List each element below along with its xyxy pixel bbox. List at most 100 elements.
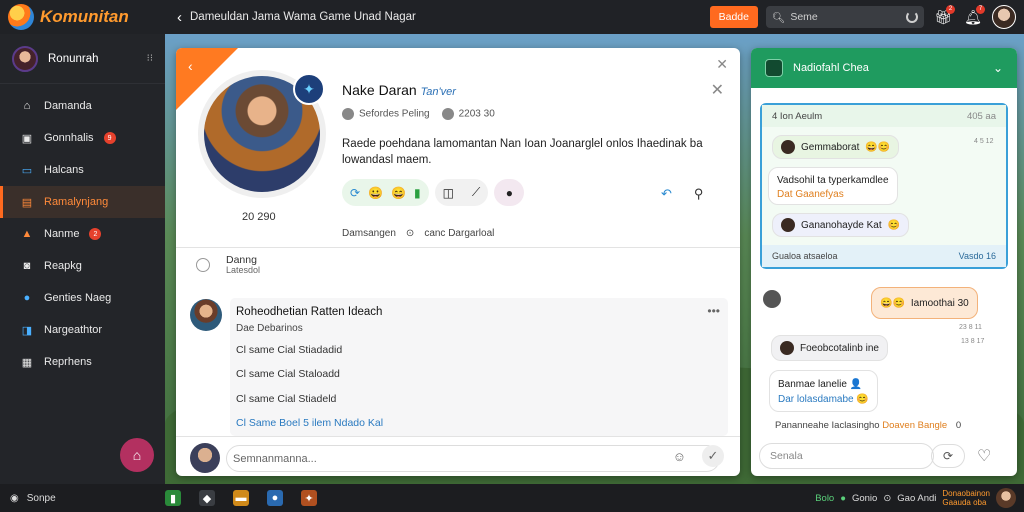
chat-footer-count: 0 — [955, 420, 962, 431]
thread-footer: Gualoa atsaeloa Vasdo 16 — [762, 245, 1006, 267]
sidebar-item-8[interactable]: ▦ Reprhens — [0, 346, 165, 378]
emoji-chip[interactable]: ● — [494, 179, 525, 206]
stats-chip[interactable]: ◫ ⟋ — [434, 179, 489, 206]
thread-header: 4 Ion Aeulm 405 aa — [762, 105, 1006, 127]
chat-header[interactable]: Nadiofahl Chea ⌄ — [751, 48, 1017, 88]
clock-icon — [441, 108, 454, 120]
emoji-icon: 😄😊 — [880, 297, 905, 309]
refresh-icon[interactable]: ⟳ — [931, 444, 965, 468]
message-bubble: Gemmaborat 😄😊 — [772, 135, 900, 159]
status-highlight-line: Gaauda oba — [942, 498, 987, 507]
sidebar-item-7[interactable]: ◨ Nargeathtor — [0, 314, 165, 346]
gift-icon[interactable]: 🎁︎ 2 — [932, 5, 955, 28]
post-link[interactable]: Cl Same Boel 5 ilem Ndado Kal — [236, 417, 383, 429]
sidebar-item-5[interactable]: ◙ Reapkg — [0, 250, 165, 282]
chevron-down-icon[interactable]: ⌄ — [993, 61, 1003, 75]
gear-icon[interactable]: ⊙ — [883, 493, 891, 504]
sidebar-item-label: Genties Naeg — [44, 292, 112, 304]
thread-footer-count: Vasdo 16 — [958, 251, 996, 261]
brand[interactable]: Komunitan — [0, 4, 165, 30]
camera-icon: ◫ — [442, 185, 454, 200]
badge: 2 — [89, 228, 102, 240]
reply-icon[interactable]: ↶ — [661, 186, 672, 202]
chat-logo — [765, 59, 783, 77]
sidebar-item-4[interactable]: ▲ Nanme 2 — [0, 218, 165, 250]
chat-footer-line: Pananneahe Iaclasingho Doaven Bangle 0 — [775, 420, 961, 431]
dismiss-icon[interactable]: ✕ — [711, 80, 724, 100]
emoji-icon: 👤 — [849, 379, 863, 390]
sidebar-item-label: Nanme — [44, 228, 80, 240]
more-icon[interactable]: ⁝⁝ — [147, 53, 153, 64]
send-icon[interactable]: ✓ — [702, 445, 724, 467]
warning-icon: ▲ — [21, 228, 33, 240]
reaction-chips: ⟳ 😀 😄 ▮ ◫ ⟋ ● — [342, 179, 525, 206]
sub-subtitle: Latesdol — [226, 265, 261, 275]
game-app-icon[interactable]: ✦ — [301, 490, 317, 506]
user-avatar[interactable] — [996, 488, 1016, 508]
check-circle-icon[interactable] — [196, 258, 210, 272]
thread-title: 4 Ion Aeulm — [772, 110, 823, 122]
sidebar-item-label: Gonnhalis — [44, 132, 94, 144]
notification-badge: 2 — [946, 5, 955, 14]
close-icon[interactable]: ✕ — [716, 56, 728, 73]
sidebar-item-1[interactable]: ▣ Gonnhalis 9 — [0, 122, 165, 154]
post-avatar[interactable] — [190, 299, 222, 331]
chat-input-placeholder: Senala — [770, 450, 803, 462]
book-app-icon[interactable]: ▮ — [165, 490, 181, 506]
chat-footer-highlight[interactable]: Doaven Bangle — [882, 420, 947, 431]
folder-app-icon[interactable]: ▬ — [233, 490, 249, 506]
new-post-button[interactable]: ⌂ — [120, 438, 154, 472]
more-options-icon[interactable]: ••• — [707, 304, 720, 318]
emoji-icon: 😄😊 — [865, 141, 891, 153]
refresh-icon: ⟳ — [350, 185, 361, 200]
app-icon[interactable]: ◉ — [10, 493, 19, 504]
sidebar-item-2[interactable]: ▭ Halcans — [0, 154, 165, 186]
bottom-bar: ◉ Sonpe ▮ ◆ ▬ ● ✦ Bolo ● Gonio ⊙ Gao And… — [0, 484, 1024, 512]
profile-description: Raede poehdana lamomantan Nan Ioan Joana… — [342, 138, 703, 166]
meta-text: Sefordes Peling — [359, 108, 430, 120]
sidebar-item-0[interactable]: ⌂ Damanda — [0, 90, 165, 122]
sidebar-user[interactable]: Ronunrah ⁝⁝ — [0, 34, 165, 84]
status-tray: Bolo ● Gonio ⊙ Gao Andi Donaobainon Gaaud… — [815, 488, 1016, 508]
heart-icon[interactable]: ♡ — [977, 446, 991, 466]
primary-action-button[interactable]: Badde — [709, 6, 758, 28]
globe-app-icon[interactable]: ● — [267, 490, 283, 506]
emoji-icon[interactable]: ☺ — [673, 449, 686, 467]
comment-input[interactable]: Semnanmanna... — [226, 445, 720, 472]
sidebar-item-label: Reprhens — [44, 356, 92, 368]
back-chevron-icon[interactable]: ‹ — [188, 58, 193, 74]
search-icon[interactable]: ⚲ — [694, 186, 704, 202]
sidebar-item-6[interactable]: ● Genties Naeg — [0, 282, 165, 314]
top-bar: Komunitan ‹ Dameuldan Jama Wama Game Una… — [0, 0, 1024, 34]
table-icon: ▦ — [21, 356, 33, 369]
emoji-icon: 😊 — [856, 394, 869, 405]
badge: 9 — [103, 132, 116, 144]
book-icon: ▮ — [413, 185, 421, 200]
home-icon: ⌂ — [23, 100, 31, 112]
controller-app-icon[interactable]: ◆ — [199, 490, 215, 506]
message-link[interactable]: Dat Gaanefyas — [777, 189, 844, 200]
bell-icon[interactable]: 🔔︎ 7 — [962, 5, 985, 28]
message-text: Vadsohil ta typerkamdlee — [777, 175, 889, 186]
divider — [176, 247, 740, 248]
name-text: Nake Daran — [342, 82, 417, 98]
meta-text: 2203 30 — [458, 108, 495, 120]
smile-emoji-icon: 😀 — [368, 185, 384, 200]
status-highlight-line: Donaobainon — [942, 489, 990, 498]
search-icon: 🔍︎ — [772, 11, 786, 24]
user-avatar[interactable] — [992, 5, 1016, 29]
emoji-icon: 😊 — [887, 219, 901, 231]
sidebar-item-3[interactable]: ▤ Ramalynjang — [0, 186, 165, 218]
post-title: Roheodhetian Ratten Ideach — [236, 306, 383, 318]
chat-thread: 4 Ion Aeulm 405 aa Gemmaborat 😄😊 4 5 12 … — [760, 103, 1008, 269]
chat-title: Nadiofahl Chea — [793, 62, 869, 74]
compose-avatar — [190, 443, 220, 473]
status-text: Gao Andi — [897, 492, 937, 504]
message-link[interactable]: Dar lolasdamabe — [778, 394, 854, 405]
app-name: Komunitan — [40, 7, 129, 26]
back-arrow-icon[interactable]: ‹ — [177, 9, 182, 26]
chat-input[interactable]: Senala — [759, 443, 934, 469]
status-text: Gonio — [851, 492, 878, 504]
search-input[interactable]: 🔍︎ Seme — [766, 6, 924, 28]
reaction-chip[interactable]: ⟳ 😀 😄 ▮ — [342, 179, 429, 206]
